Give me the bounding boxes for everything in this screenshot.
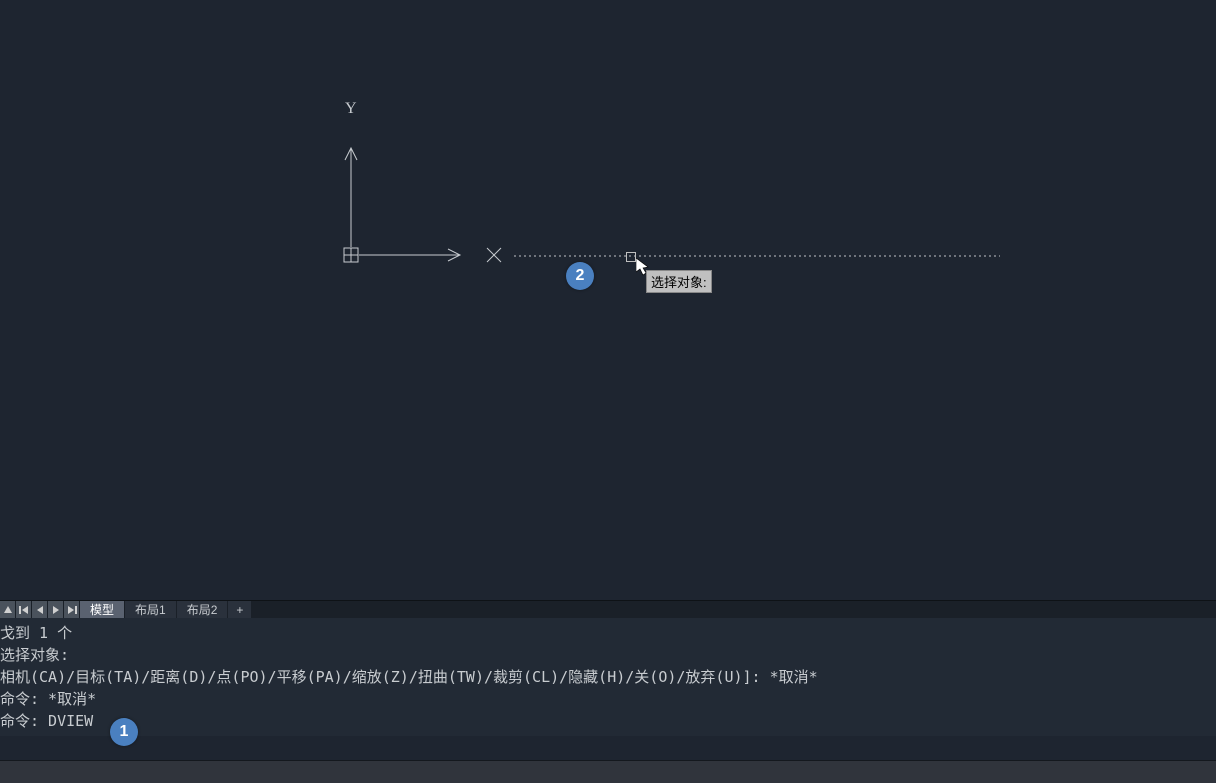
tab-add-layout[interactable]: +: [228, 601, 252, 618]
tab-nav-prev-icon[interactable]: [32, 601, 48, 619]
ucs-y-label: Y: [345, 100, 357, 118]
layout-tab-strip: 模型 布局1 布局2 +: [0, 600, 1216, 618]
cmd-line-2: 选择对象:: [0, 644, 1216, 666]
annotation-callout-2: 2: [566, 262, 594, 290]
cmd-line-1: 戈到 1 个: [0, 622, 1216, 644]
cmd-line-3: 相机(CA)/目标(TA)/距离(D)/点(PO)/平移(PA)/缩放(Z)/扭…: [0, 666, 1216, 688]
tab-layout1[interactable]: 布局1: [125, 601, 177, 618]
annotation-callout-1: 1: [110, 718, 138, 746]
pickbox-cursor: [626, 252, 636, 262]
tab-nav-first-icon[interactable]: [16, 601, 32, 619]
tab-layout2[interactable]: 布局2: [177, 601, 229, 618]
command-input-bar[interactable]: [0, 760, 1216, 783]
tab-model[interactable]: 模型: [80, 601, 125, 618]
cmd-line-4: 命令: *取消*: [0, 688, 1216, 710]
drawing-canvas[interactable]: Y 选择对象: 2: [0, 0, 1216, 600]
tab-nav-last-icon[interactable]: [64, 601, 80, 619]
selection-tooltip: 选择对象:: [646, 270, 712, 293]
tab-nav-next-icon[interactable]: [48, 601, 64, 619]
canvas-svg: [0, 0, 1216, 600]
tab-nav-up-icon[interactable]: [0, 601, 16, 619]
cmd-line-5: 命令: DVIEW: [0, 710, 1216, 732]
command-history: 戈到 1 个 选择对象: 相机(CA)/目标(TA)/距离(D)/点(PO)/平…: [0, 618, 1216, 736]
